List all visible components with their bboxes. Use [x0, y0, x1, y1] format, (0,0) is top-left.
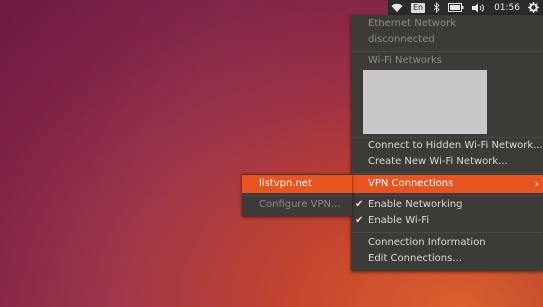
wifi-networks-list [363, 70, 487, 134]
configure-vpn-item: Configure VPN... [259, 199, 341, 210]
bluetooth-icon[interactable] [433, 0, 440, 15]
enable-wifi-item[interactable]: ✔ Enable Wi-Fi [351, 212, 543, 230]
indicator-area: En 01:56 [388, 0, 543, 15]
checkmark-icon: ✔ [355, 215, 364, 226]
menu-divider [351, 173, 543, 174]
volume-icon[interactable] [472, 0, 486, 15]
enable-networking-label: Enable Networking [368, 199, 463, 210]
ethernet-status: disconnected [368, 34, 435, 45]
wifi-networks-header: Wi-Fi Networks [368, 55, 442, 66]
language-label: En [410, 2, 426, 13]
battery-icon[interactable] [448, 0, 464, 15]
vpn-connections-item[interactable]: VPN Connections › [351, 175, 543, 193]
keyboard-language-indicator[interactable]: En [410, 0, 426, 15]
top-panel: En 01:56 [0, 0, 543, 15]
gear-icon[interactable] [528, 0, 539, 15]
create-new-wifi-item[interactable]: Create New Wi-Fi Network... [351, 153, 543, 171]
clock-label: 01:56 [494, 2, 520, 13]
menu-divider [351, 232, 543, 233]
vpn-listvpn-item[interactable]: listvpn.net [242, 175, 352, 193]
edit-connections-item[interactable]: Edit Connections... [351, 250, 543, 268]
network-menu: Ethernet Network disconnected Wi-Fi Netw… [351, 15, 543, 271]
vpn-connections-label: VPN Connections [368, 178, 454, 189]
chevron-right-icon: › [534, 177, 539, 190]
clock[interactable]: 01:56 [494, 0, 520, 15]
enable-wifi-label: Enable Wi-Fi [368, 215, 430, 226]
wifi-icon[interactable] [391, 0, 403, 15]
vpn-submenu: listvpn.net Configure VPN... [242, 174, 352, 216]
